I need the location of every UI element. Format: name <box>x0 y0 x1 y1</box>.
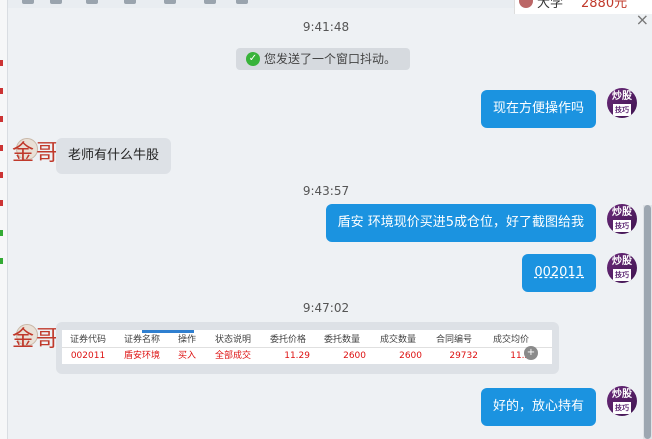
column-header: 成交数量 <box>379 335 416 345</box>
chat-image-message[interactable]: 证券代码 证券名称 操作 状态说明 委托价格 委托数量 成交数量 合同编号 成交… <box>56 322 559 374</box>
column-header: 证券名称 <box>123 335 160 345</box>
contact-avatar-text: 金哥 <box>12 141 61 166</box>
my-avatar[interactable]: 炒股 技巧 <box>607 386 637 416</box>
trade-screenshot[interactable]: 证券代码 证券名称 操作 状态说明 委托价格 委托数量 成交数量 合同编号 成交… <box>62 330 552 364</box>
brand-price: 2880元 <box>581 0 628 11</box>
contact-avatar[interactable]: 金哥 <box>12 322 60 358</box>
table-cell: 买入 <box>177 351 196 361</box>
table-cell: 2600 <box>399 351 422 361</box>
message-text: 盾安 环境现价买进5成仓位，好了截图给我 <box>337 215 584 230</box>
check-circle-icon: ✓ <box>246 52 260 66</box>
system-notice: ✓ 您发送了一个窗口抖动。 <box>236 48 410 70</box>
adjacent-window-strip <box>0 0 8 439</box>
font-icon[interactable] <box>50 0 62 4</box>
brand-text: 大学 <box>537 0 564 11</box>
chat-message-sent[interactable]: 现在方便操作吗 <box>480 90 596 128</box>
table-cell: 29732 <box>449 351 478 361</box>
brand-banner[interactable]: 大学 2880元 <box>514 0 652 14</box>
system-notice-text: 您发送了一个窗口抖动。 <box>264 52 397 66</box>
column-header: 证券代码 <box>69 335 106 345</box>
message-text: 老师有什么牛股 <box>68 148 160 163</box>
trade-table-header: 证券代码 证券名称 操作 状态说明 委托价格 委托数量 成交数量 合同编号 成交… <box>62 332 552 348</box>
chat-message-sent[interactable]: 002011 <box>522 254 596 292</box>
column-header: 操作 <box>177 335 196 345</box>
chat-message-sent[interactable]: 好的，放心持有 <box>480 388 596 426</box>
university-seal-icon <box>519 0 533 8</box>
screenshot-icon[interactable] <box>86 0 98 4</box>
zoom-in-icon[interactable]: + <box>524 346 538 360</box>
contact-avatar[interactable]: 金哥 <box>12 136 60 172</box>
trade-table-row: 002011 盾安环境 买入 全部成交 11.29 2600 2600 2973… <box>62 348 552 364</box>
image-icon[interactable] <box>164 0 176 4</box>
table-cell: 002011 <box>70 351 106 361</box>
message-timestamp: 9:43:57 <box>302 184 350 198</box>
column-header: 成交均价 <box>492 335 529 345</box>
message-timestamp: 9:41:48 <box>302 20 350 34</box>
column-header: 委托价格 <box>269 335 306 345</box>
stock-code-link[interactable]: 002011 <box>534 265 584 280</box>
table-cell: 2600 <box>343 351 366 361</box>
column-header: 合同编号 <box>435 335 472 345</box>
chat-message-sent[interactable]: 盾安 环境现价买进5成仓位，好了截图给我 <box>325 204 596 242</box>
emoji-icon[interactable] <box>22 0 34 4</box>
folder-icon[interactable] <box>124 0 136 4</box>
my-avatar[interactable]: 炒股 技巧 <box>607 204 637 234</box>
column-header: 状态说明 <box>214 335 251 345</box>
message-text: 好的，放心持有 <box>492 399 584 414</box>
message-timestamp: 9:47:02 <box>302 301 350 315</box>
column-header: 委托数量 <box>323 335 360 345</box>
more-icon[interactable] <box>204 0 216 4</box>
table-cell: 盾安环境 <box>123 351 160 361</box>
my-avatar[interactable]: 炒股 技巧 <box>607 88 637 118</box>
history-icon[interactable] <box>236 0 248 4</box>
chat-scrollbar[interactable] <box>643 205 652 439</box>
scrollbar-thumb[interactable] <box>644 205 651 439</box>
contact-avatar-text: 金哥 <box>12 327 61 352</box>
message-text: 现在方便操作吗 <box>492 101 584 116</box>
my-avatar[interactable]: 炒股 技巧 <box>607 253 637 283</box>
table-cell: 全部成交 <box>214 351 251 361</box>
table-cell: 11.29 <box>284 351 310 361</box>
chat-message-received[interactable]: 老师有什么牛股 <box>56 138 172 174</box>
